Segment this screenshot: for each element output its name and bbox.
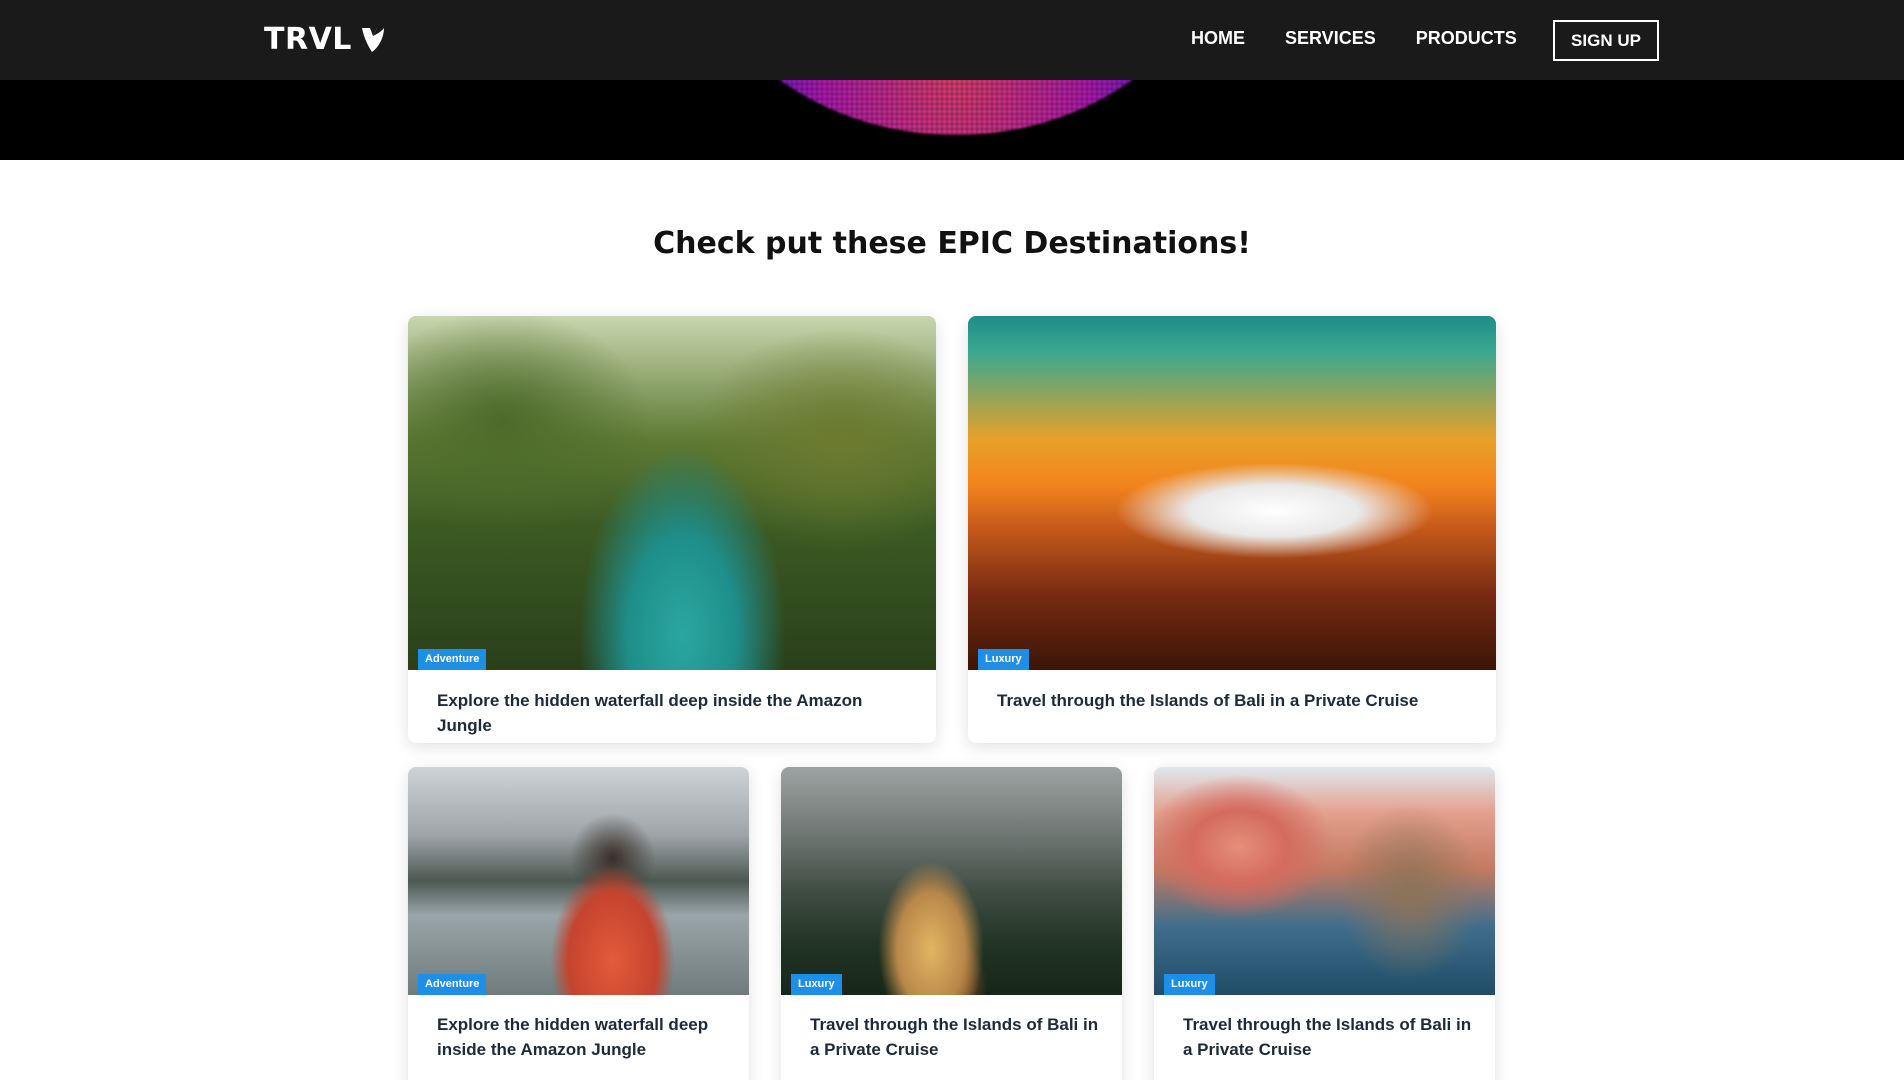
card-image-cruise: Luxury [968,316,1496,670]
nav-link-services[interactable]: SERVICES [1285,28,1376,49]
card-title: Travel through the Islands of Bali in a … [1183,1015,1472,1059]
destination-card[interactable]: Luxury Travel through the Islands of Bal… [781,767,1122,1080]
category-tag: Luxury [978,649,1029,670]
main-menu: HOME SERVICES PRODUCTS [1191,28,1517,49]
brand-logo[interactable]: TRVL [264,22,386,57]
nav-link-home[interactable]: HOME [1191,28,1245,49]
category-tag: Luxury [1164,974,1215,995]
category-tag: Adventure [418,974,487,995]
nav-link-products[interactable]: PRODUCTS [1416,28,1517,49]
section-title: Check put these EPIC Destinations! [653,226,1251,261]
destination-card[interactable]: Adventure Explore the hidden waterfall d… [408,767,749,1080]
card-image-hiker-forest: Luxury [781,767,1122,995]
brand-name: TRVL [264,22,352,57]
card-image-cliff-village: Luxury [1154,767,1495,995]
typo3-logo-icon [361,27,384,52]
card-title: Travel through the Islands of Bali in a … [997,691,1419,710]
destination-card[interactable]: Adventure Explore the hidden waterfall d… [408,316,936,743]
card-title: Explore the hidden waterfall deep inside… [437,1015,709,1059]
card-image-hiker-lake: Adventure [408,767,749,995]
category-tag: Luxury [791,974,842,995]
card-image-jungle: Adventure [408,316,936,670]
top-navbar: TRVL HOME SERVICES PRODUCTS SIGN UP [0,0,1904,80]
destination-card[interactable]: Luxury Travel through the Islands of Bal… [1154,767,1495,1080]
category-tag: Adventure [418,649,487,670]
card-title: Travel through the Islands of Bali in a … [810,1015,1099,1059]
sign-up-button[interactable]: SIGN UP [1553,20,1659,61]
card-title: Explore the hidden waterfall deep inside… [437,691,863,735]
page: TRVL HOME SERVICES PRODUCTS SIGN UP Chec… [0,0,1904,1080]
destination-card[interactable]: Luxury Travel through the Islands of Bal… [968,316,1496,743]
